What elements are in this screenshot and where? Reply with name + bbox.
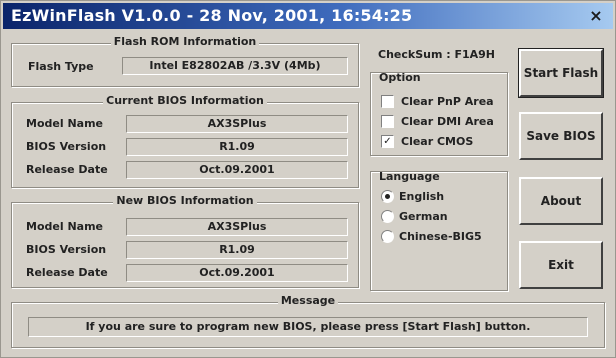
clear-dmi-label: Clear DMI Area [401, 115, 494, 128]
language-title: Language [379, 170, 440, 183]
new-model-value: AX3SPlus [126, 218, 348, 236]
clear-pnp-checkbox[interactable] [381, 95, 394, 108]
about-button[interactable]: About [519, 177, 603, 225]
english-label: English [399, 190, 445, 203]
new-version-label: BIOS Version [26, 243, 107, 256]
flash-type-value: Intel E82802AB /3.3V (4Mb) [122, 57, 348, 75]
new-bios-group: New BIOS Information Model Name AX3SPlus… [11, 194, 359, 288]
new-date-value: Oct.09.2001 [126, 264, 348, 282]
current-date-label: Release Date [26, 163, 108, 176]
save-bios-button[interactable]: Save BIOS [519, 112, 603, 160]
flash-rom-title: Flash ROM Information [110, 35, 260, 48]
message-group: Message If you are sure to program new B… [11, 294, 605, 348]
option-clear-dmi[interactable]: Clear DMI Area [381, 115, 505, 129]
message-title: Message [277, 294, 339, 307]
checksum-text: CheckSum : F1A9H [378, 48, 496, 61]
current-date-value: Oct.09.2001 [126, 161, 348, 179]
message-text: If you are sure to program new BIOS, ple… [28, 317, 588, 337]
language-chinese[interactable]: Chinese-BIG5 [381, 230, 505, 244]
ezwinflash-window: EzWinFlash V1.0.0 - 28 Nov, 2001, 16:54:… [0, 0, 616, 358]
english-radio[interactable] [381, 190, 394, 203]
current-model-label: Model Name [26, 117, 103, 130]
clear-pnp-label: Clear PnP Area [401, 95, 494, 108]
clear-cmos-checkbox[interactable]: ✓ [381, 135, 394, 148]
language-german[interactable]: German [381, 210, 505, 224]
german-radio[interactable] [381, 210, 394, 223]
title-bar[interactable]: EzWinFlash V1.0.0 - 28 Nov, 2001, 16:54:… [3, 3, 613, 29]
window-title: EzWinFlash V1.0.0 - 28 Nov, 2001, 16:54:… [11, 6, 413, 25]
language-group: Language English German Chinese-BIG5 [370, 170, 508, 291]
start-flash-button[interactable]: Start Flash [518, 48, 604, 98]
chinese-label: Chinese-BIG5 [399, 230, 482, 243]
new-bios-title: New BIOS Information [113, 194, 257, 207]
german-label: German [399, 210, 448, 223]
clear-cmos-label: Clear CMOS [401, 135, 474, 148]
option-title: Option [379, 71, 421, 84]
option-group: Option Clear PnP Area Clear DMI Area ✓ C… [370, 71, 508, 156]
clear-dmi-checkbox[interactable] [381, 115, 394, 128]
close-icon[interactable]: × [587, 7, 605, 25]
flash-rom-group: Flash ROM Information Flash Type Intel E… [11, 35, 359, 87]
exit-button[interactable]: Exit [519, 241, 603, 289]
current-version-value: R1.09 [126, 138, 348, 156]
current-bios-title: Current BIOS Information [103, 94, 267, 107]
flash-type-label: Flash Type [28, 60, 94, 73]
current-bios-group: Current BIOS Information Model Name AX3S… [11, 94, 359, 188]
option-clear-pnp[interactable]: Clear PnP Area [381, 95, 505, 109]
new-date-label: Release Date [26, 266, 108, 279]
current-version-label: BIOS Version [26, 140, 107, 153]
current-model-value: AX3SPlus [126, 115, 348, 133]
option-clear-cmos[interactable]: ✓ Clear CMOS [381, 135, 505, 149]
chinese-radio[interactable] [381, 230, 394, 243]
new-version-value: R1.09 [126, 241, 348, 259]
language-english[interactable]: English [381, 190, 505, 204]
new-model-label: Model Name [26, 220, 103, 233]
